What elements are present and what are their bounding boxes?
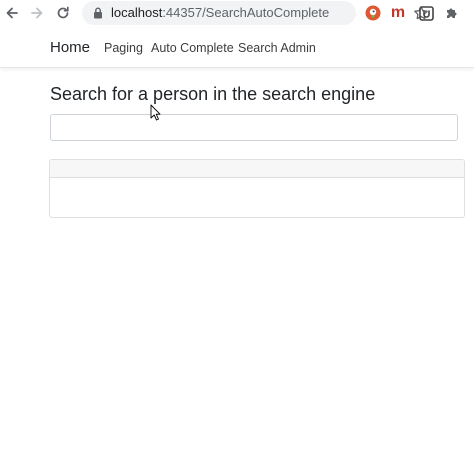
duckduckgo-icon[interactable] [364, 4, 382, 22]
back-arrow-icon[interactable] [2, 3, 22, 23]
results-card-body [50, 178, 464, 217]
reload-icon[interactable] [53, 3, 73, 23]
results-card-header [50, 160, 464, 178]
nav-link-paging[interactable]: Paging [104, 41, 143, 55]
url-path: :44357/SearchAutoComplete [162, 5, 330, 20]
puzzle-icon[interactable] [443, 4, 461, 22]
url-text[interactable]: localhost:44357/SearchAutoComplete [111, 5, 329, 21]
nav-link-search-admin[interactable]: Search Admin [238, 41, 316, 55]
site-navbar: Home Paging Auto Complete Search Admin [0, 28, 474, 68]
results-card [49, 159, 465, 218]
address-bar[interactable]: localhost:44357/SearchAutoComplete [82, 1, 428, 25]
brand-home-link[interactable]: Home [50, 39, 90, 56]
forward-arrow-icon[interactable] [27, 3, 47, 23]
browser-toolbar: localhost:44357/SearchAutoComplete m [0, 0, 474, 26]
m-extension-icon[interactable]: m [389, 4, 407, 22]
lock-icon[interactable] [91, 6, 105, 20]
search-input[interactable] [50, 114, 458, 141]
mouse-cursor-icon [150, 104, 162, 122]
nav-link-auto-complete[interactable]: Auto Complete [151, 41, 234, 55]
page-heading: Search for a person in the search engine [50, 84, 376, 104]
u-extension-icon[interactable] [417, 4, 435, 22]
url-host: localhost [111, 5, 163, 20]
